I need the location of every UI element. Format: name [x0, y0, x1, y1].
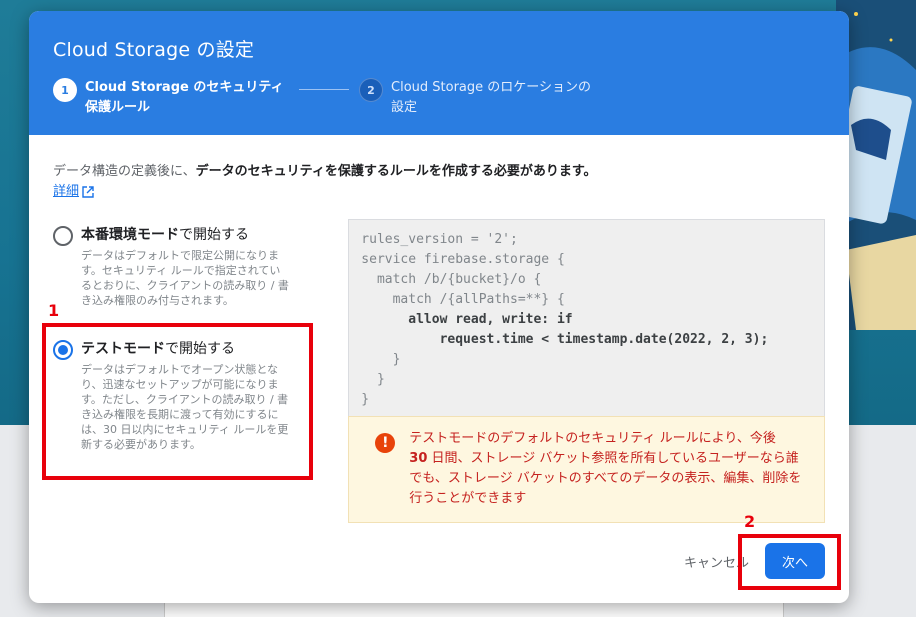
code-line: allow read, write: if: [361, 312, 573, 327]
dialog-title: Cloud Storage の設定: [53, 39, 255, 61]
code-line: }: [361, 392, 370, 407]
step-1: 1 Cloud Storage のセキュリティ保護ルール: [53, 78, 285, 118]
warning-text-part1: テストモードのデフォルトのセキュリティ ルールにより、今後: [409, 431, 776, 446]
step-2: 2 Cloud Storage のロケーションの設定: [359, 78, 591, 118]
annotation-box-2: [738, 534, 841, 590]
production-title-bold: 本番環境モード: [81, 227, 179, 243]
warning-text: テストモードのデフォルトのセキュリティ ルールにより、今後 30 日間、ストレージ…: [409, 429, 808, 509]
step-1-number: 1: [53, 78, 77, 102]
annotation-box-1: [42, 323, 313, 480]
external-link-icon: [82, 186, 94, 198]
warning-text-bold: 30: [409, 451, 428, 466]
rules-panel: rules_version = '2'; service firebase.st…: [348, 219, 825, 523]
code-line: match /{allPaths=**} {: [361, 292, 565, 307]
annotation-label-1: 1: [48, 301, 60, 320]
code-line: rules_version = '2';: [361, 232, 518, 247]
code-line: }: [361, 352, 401, 367]
step-1-label: Cloud Storage のセキュリティ保護ルール: [85, 80, 284, 115]
production-option-title: 本番環境モードで開始する: [81, 225, 291, 245]
intro-text: データ構造の定義後に、データのセキュリティを保護するルールを作成する必要がありま…: [53, 162, 825, 202]
code-line: service firebase.storage {: [361, 252, 565, 267]
step-2-number: 2: [359, 78, 383, 102]
learn-more-link[interactable]: 詳細: [53, 182, 94, 202]
step-connector: [299, 89, 349, 90]
warning-icon: !: [375, 433, 396, 453]
code-line: match /b/{bucket}/o {: [361, 272, 542, 287]
production-option-text: 本番環境モードで開始する データはデフォルトで限定公開になります。セキュリティ …: [81, 225, 291, 308]
intro-prefix: データ構造の定義後に、: [53, 164, 196, 179]
rules-code-block: rules_version = '2'; service firebase.st…: [348, 219, 825, 416]
option-production[interactable]: 本番環境モードで開始する データはデフォルトで限定公開になります。セキュリティ …: [53, 217, 324, 316]
annotation-label-2: 2: [744, 512, 756, 531]
warning-banner: ! テストモードのデフォルトのセキュリティ ルールにより、今後 30 日間、ストレ…: [348, 416, 825, 523]
intro-bold: データのセキュリティを保護するルールを作成する必要があります。: [195, 164, 597, 179]
code-line: }: [361, 372, 385, 387]
stepper: 1 Cloud Storage のセキュリティ保護ルール 2 Cloud Sto…: [53, 78, 825, 118]
step-2-label: Cloud Storage のロケーションの設定: [391, 80, 592, 115]
production-title-rest: で開始する: [179, 227, 249, 243]
learn-more-label: 詳細: [53, 184, 80, 199]
warning-text-part2: 日間、ストレージ バケット参照を所有しているユーザーなら誰でも、ストレージ バケ…: [409, 451, 802, 506]
production-mode-radio[interactable]: [53, 226, 73, 246]
dialog-header: Cloud Storage の設定 1 Cloud Storage のセキュリテ…: [29, 11, 849, 135]
setup-dialog: Cloud Storage の設定 1 Cloud Storage のセキュリテ…: [29, 11, 849, 603]
production-option-description: データはデフォルトで限定公開になります。セキュリティ ルールで指定されているとお…: [81, 249, 289, 307]
code-line: request.time < timestamp.date(2022, 2, 3…: [361, 332, 769, 347]
